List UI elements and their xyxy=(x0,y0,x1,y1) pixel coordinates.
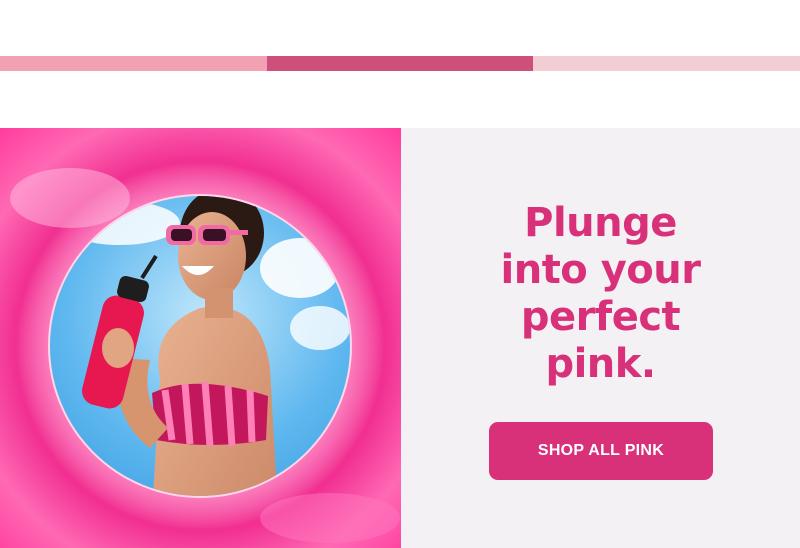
hero-copy-panel: Plunge into your perfect pink. SHOP ALL … xyxy=(401,128,800,548)
color-strip-segment-light-pink xyxy=(0,56,267,71)
shop-all-pink-button[interactable]: SHOP ALL PINK xyxy=(489,422,713,480)
color-strip xyxy=(0,56,800,71)
color-strip-segment-pale-pink xyxy=(533,56,800,71)
hero-banner: Plunge into your perfect pink. SHOP ALL … xyxy=(0,128,800,548)
hero-headline: Plunge into your perfect pink. xyxy=(500,200,701,387)
color-strip-segment-dark-pink xyxy=(266,56,534,71)
hero-image[interactable] xyxy=(0,128,401,548)
hero-illustration xyxy=(10,161,400,543)
